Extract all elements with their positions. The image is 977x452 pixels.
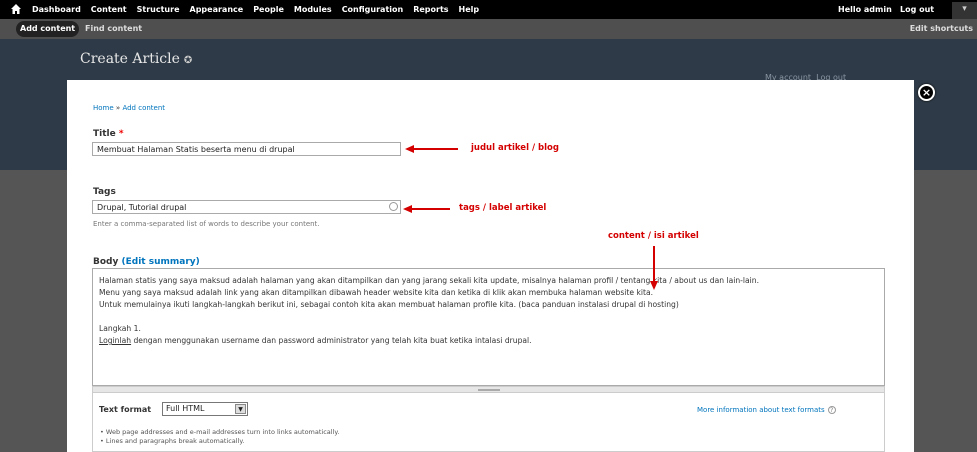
annotation-tags: tags / label artikel — [459, 203, 547, 213]
annotation-content: content / isi artikel — [608, 231, 699, 241]
annotation-arrows — [403, 145, 658, 290]
annotation-title: judul artikel / blog — [471, 143, 559, 153]
